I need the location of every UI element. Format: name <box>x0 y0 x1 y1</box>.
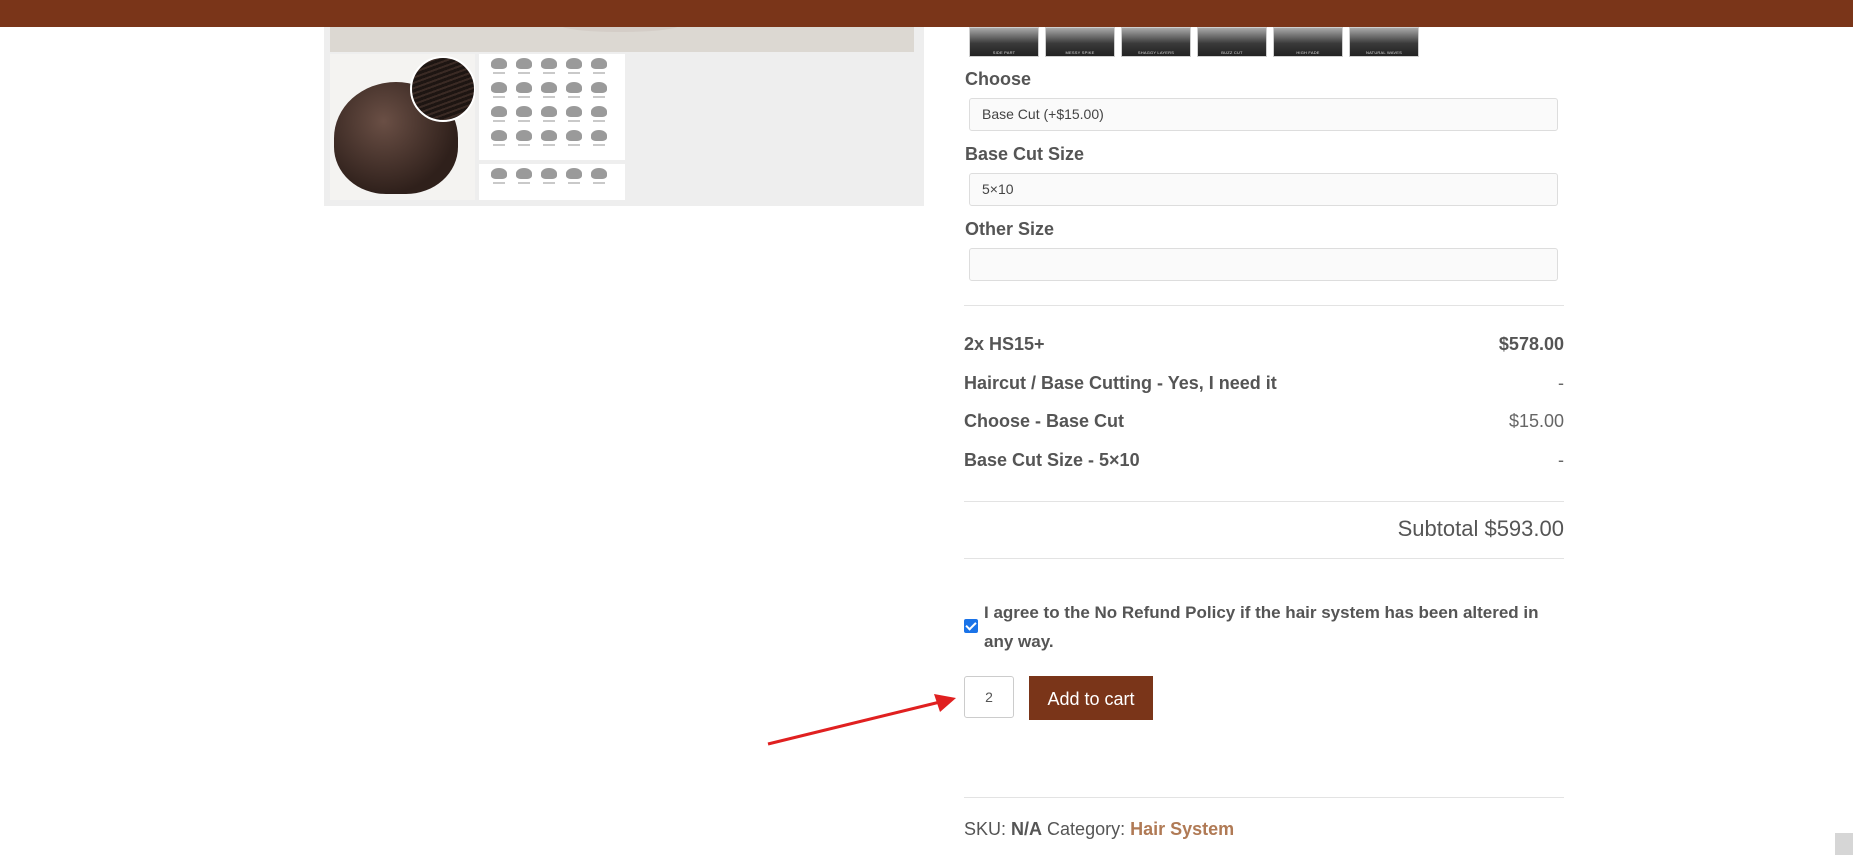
hairstyle-thumb[interactable]: BUZZ CUT <box>1197 27 1267 57</box>
gallery-thumbnail-cap[interactable] <box>330 54 475 200</box>
agree-text: I agree to the No Refund Policy if the h… <box>984 603 1539 651</box>
add-to-cart-button[interactable]: Add to cart <box>1029 676 1153 720</box>
hairstyle-thumb[interactable]: NATURAL WAVES <box>1349 27 1419 57</box>
choose-select[interactable]: Base Cut (+$15.00) <box>969 98 1558 131</box>
gallery-thumbnail-swatches[interactable] <box>479 54 625 160</box>
quantity-input[interactable]: 2 <box>964 676 1014 718</box>
top-header-bar <box>0 0 1853 27</box>
summary-item-price: $15.00 <box>1508 410 1564 431</box>
choose-label: Choose <box>965 69 1032 89</box>
summary-item-name: Haircut / Base Cutting - Yes, I need it <box>964 372 1277 393</box>
product-meta: SKU: N/A Category: Hair System <box>964 819 1234 840</box>
red-arrow-annotation <box>767 694 956 746</box>
color-swatch-grid <box>489 168 611 186</box>
color-swatch-grid <box>489 58 611 148</box>
category-link[interactable]: Hair System <box>1130 819 1234 839</box>
hairstyle-thumb[interactable]: SIDE PART <box>969 27 1039 57</box>
hairstyle-options: SIDE PART MESSY SPIKE SHAGGY LAYERS BUZZ… <box>969 27 1419 57</box>
summary-item-price: - <box>1558 372 1564 393</box>
subtotal-text: Subtotal $593.00 <box>1397 516 1564 541</box>
summary-row-choose: Choose - Base Cut $15.00 <box>964 408 1564 434</box>
summary-row-size: Base Cut Size - 5×10 - <box>964 447 1564 473</box>
scrollbar-corner[interactable] <box>1835 833 1853 855</box>
gallery-thumbnail-swatches-2[interactable] <box>479 164 625 200</box>
summary-item-name: Choose - Base Cut <box>964 410 1125 431</box>
base-cut-size-select[interactable]: 5×10 <box>969 173 1558 206</box>
summary-item-price: - <box>1558 449 1564 470</box>
sku-label: SKU: <box>964 819 1007 839</box>
hairstyle-thumb[interactable]: SHAGGY LAYERS <box>1121 27 1191 57</box>
summary-row-haircut: Haircut / Base Cutting - Yes, I need it … <box>964 370 1564 396</box>
agree-checkbox[interactable] <box>964 619 978 633</box>
category-label: Category: <box>1047 819 1126 839</box>
product-gallery <box>324 0 924 206</box>
divider <box>964 797 1564 798</box>
sku-value: N/A <box>1011 819 1043 839</box>
divider <box>964 558 1564 559</box>
summary-row-product: 2x HS15+ $578.00 <box>964 331 1564 357</box>
other-size-label: Other Size <box>965 219 1055 239</box>
other-size-input[interactable] <box>969 248 1558 281</box>
summary-item-name: Base Cut Size - 5×10 <box>964 449 1140 470</box>
base-cut-size-label: Base Cut Size <box>965 144 1085 164</box>
hairstyle-thumb[interactable]: HIGH FADE <box>1273 27 1343 57</box>
summary-item-price: $578.00 <box>1498 333 1564 354</box>
hair-closeup-image <box>410 56 475 122</box>
hairstyle-thumb[interactable]: MESSY SPIKE <box>1045 27 1115 57</box>
divider <box>964 501 1564 502</box>
divider <box>964 305 1564 306</box>
summary-item-name: 2x HS15+ <box>964 333 1045 354</box>
